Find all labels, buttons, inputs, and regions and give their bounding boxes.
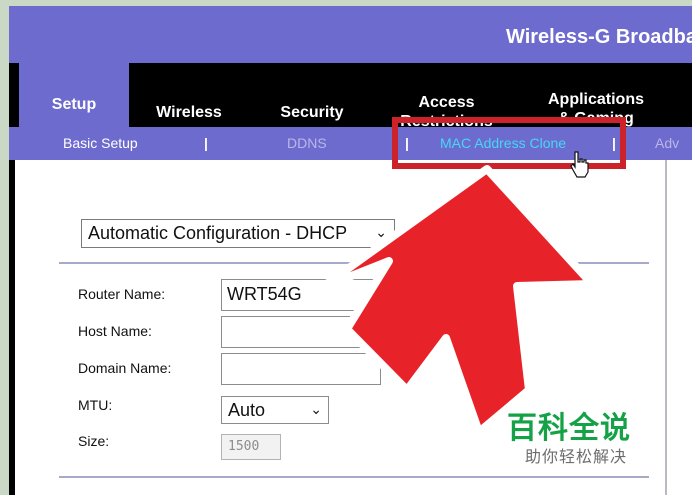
watermark-sub: 助你轻松解决 [525, 447, 628, 466]
router-admin-page: Wireless-G Broadba Setup Wireless Securi… [9, 6, 692, 495]
hand-cursor-icon [570, 151, 589, 178]
watermark-main: 百科全说 [507, 411, 631, 446]
